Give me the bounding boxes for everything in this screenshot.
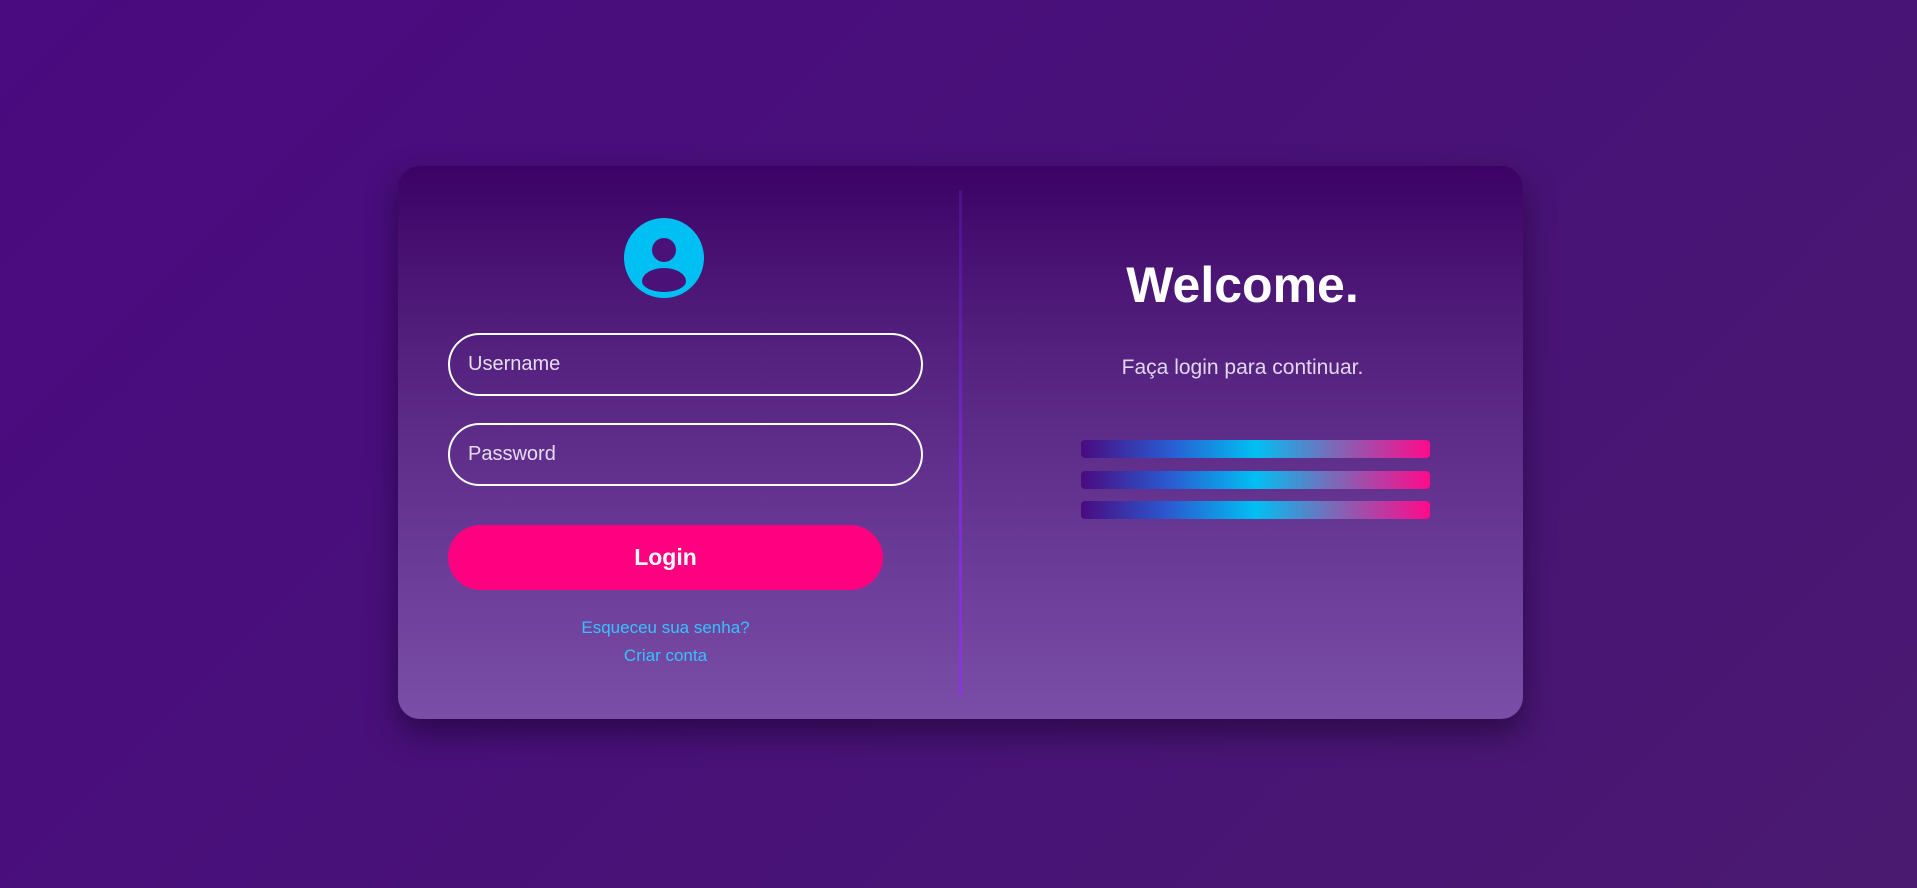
user-avatar-icon xyxy=(624,218,704,298)
create-account-link[interactable]: Criar conta xyxy=(448,642,883,670)
avatar-body xyxy=(642,268,686,292)
decorative-gradient-bar xyxy=(1081,501,1430,519)
login-card: Login Esqueceu sua senha? Criar conta We… xyxy=(398,166,1523,719)
decorative-gradient-bar xyxy=(1081,471,1430,489)
password-input[interactable] xyxy=(448,423,923,486)
forgot-password-link[interactable]: Esqueceu sua senha? xyxy=(448,614,883,642)
username-input[interactable] xyxy=(448,333,923,396)
login-button[interactable]: Login xyxy=(448,525,883,590)
decorative-gradient-bar xyxy=(1081,440,1430,458)
welcome-subtitle: Faça login para continuar. xyxy=(1121,356,1364,379)
avatar-head xyxy=(652,238,676,262)
account-links: Esqueceu sua senha? Criar conta xyxy=(448,614,883,670)
welcome-title: Welcome. xyxy=(1126,257,1359,313)
